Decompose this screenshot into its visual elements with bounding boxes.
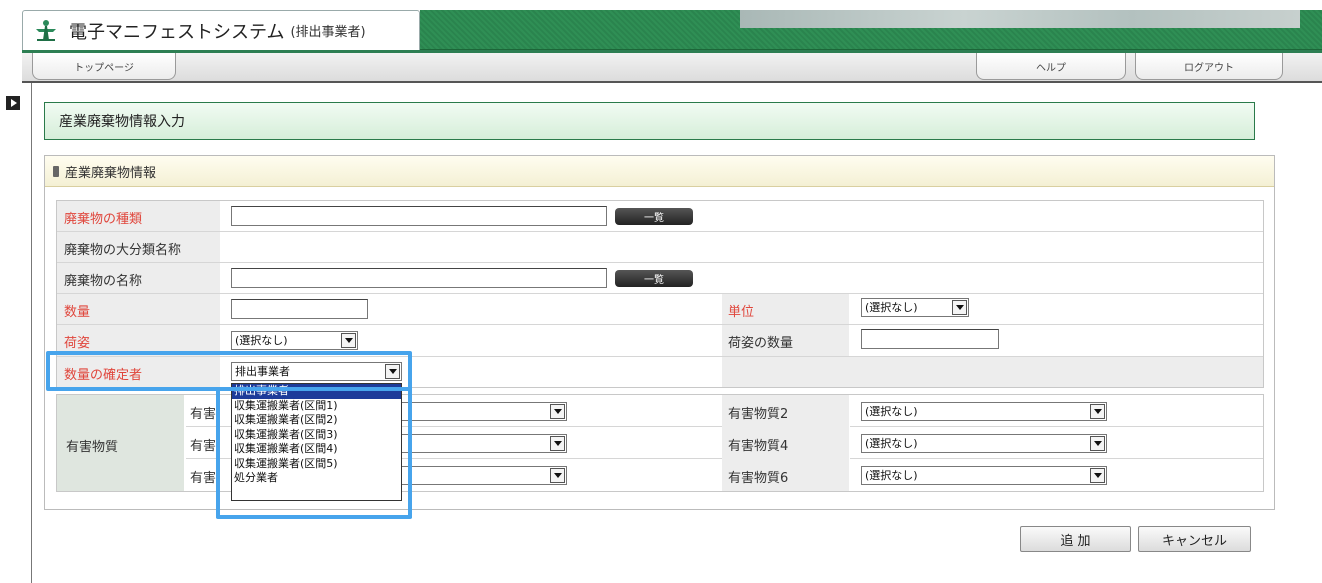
hazard4-label: 有害物質4 xyxy=(728,439,789,454)
header-decoration xyxy=(740,10,1300,28)
chevron-down-icon xyxy=(550,436,565,451)
logo-icon xyxy=(36,19,56,41)
packing-select[interactable]: (選択なし) xyxy=(231,331,358,350)
highlight-confirmer-row xyxy=(46,351,412,391)
hazard6-label: 有害物質6 xyxy=(728,471,789,486)
section-title: 産業廃棄物情報 xyxy=(65,165,157,181)
page-title: 産業廃棄物情報入力 xyxy=(44,102,1255,140)
waste-name-input[interactable] xyxy=(231,268,607,288)
pencil-icon xyxy=(53,165,59,177)
unit-select-value: (選択なし) xyxy=(865,301,918,314)
waste-major-label: 廃棄物の大分類名称 xyxy=(64,243,182,258)
nav-logout[interactable]: ログアウト xyxy=(1135,53,1283,80)
hazard1-select[interactable] xyxy=(395,402,567,421)
app-title: 電子マニフェストシステム xyxy=(69,21,285,43)
row-divider xyxy=(57,231,1263,232)
hazard5-label: 有害 xyxy=(190,471,217,486)
row-divider xyxy=(57,293,1263,294)
hazard3-select[interactable] xyxy=(395,434,567,453)
hazard4-select[interactable]: (選択なし) xyxy=(861,434,1107,453)
waste-type-label: 廃棄物の種類 xyxy=(64,212,143,227)
expand-menu-arrow-icon[interactable] xyxy=(6,96,20,110)
cancel-button[interactable]: キャンセル xyxy=(1138,526,1251,552)
packing-label: 荷姿 xyxy=(64,336,91,351)
hazard6-value: (選択なし) xyxy=(865,469,918,482)
unit-select[interactable]: (選択なし) xyxy=(861,298,969,317)
hazard2-label: 有害物質2 xyxy=(728,407,789,422)
chevron-down-icon xyxy=(952,300,967,315)
empty-cell xyxy=(722,357,1263,387)
nav-top-page[interactable]: トップページ xyxy=(32,53,176,80)
chevron-down-icon xyxy=(1090,468,1105,483)
hazard-group-label: 有害物質 xyxy=(66,440,119,455)
hazard3-label: 有害 xyxy=(190,439,217,454)
add-button[interactable]: 追 加 xyxy=(1020,526,1131,552)
quantity-input[interactable] xyxy=(231,299,368,319)
page-title-text: 産業廃棄物情報入力 xyxy=(59,114,185,130)
packing-qty-label: 荷姿の数量 xyxy=(728,336,794,351)
hazard1-label: 有害 xyxy=(190,407,217,422)
nav-help[interactable]: ヘルプ xyxy=(976,53,1126,80)
row-divider xyxy=(57,324,1263,325)
waste-type-input[interactable] xyxy=(231,206,607,226)
packing-qty-input[interactable] xyxy=(861,329,999,349)
chevron-down-icon xyxy=(550,468,565,483)
quantity-label: 数量 xyxy=(64,305,91,320)
waste-name-list-button[interactable]: 一覧 xyxy=(615,270,693,287)
highlight-dropdown xyxy=(216,387,412,519)
chevron-down-icon xyxy=(1090,404,1105,419)
chevron-down-icon xyxy=(341,333,356,348)
hazard6-select[interactable]: (選択なし) xyxy=(861,466,1107,485)
waste-type-list-button[interactable]: 一覧 xyxy=(615,208,693,225)
app-subtitle: (排出事業者) xyxy=(290,25,366,40)
chevron-down-icon xyxy=(1090,436,1105,451)
waste-name-label: 廃棄物の名称 xyxy=(64,274,143,289)
chevron-down-icon xyxy=(550,404,565,419)
nav-bar: トップページ ヘルプ ログアウト xyxy=(22,53,1322,83)
hazard2-select[interactable]: (選択なし) xyxy=(861,402,1107,421)
unit-label: 単位 xyxy=(728,305,755,320)
row-divider xyxy=(57,262,1263,263)
hazard5-select[interactable] xyxy=(395,466,567,485)
app-title-tab: 電子マニフェストシステム (排出事業者) xyxy=(22,10,420,50)
left-side-strip xyxy=(0,83,32,583)
packing-select-value: (選択なし) xyxy=(235,334,288,347)
hazard4-value: (選択なし) xyxy=(865,437,918,450)
section-header: 産業廃棄物情報 xyxy=(45,156,1274,187)
hazard2-value: (選択なし) xyxy=(865,405,918,418)
